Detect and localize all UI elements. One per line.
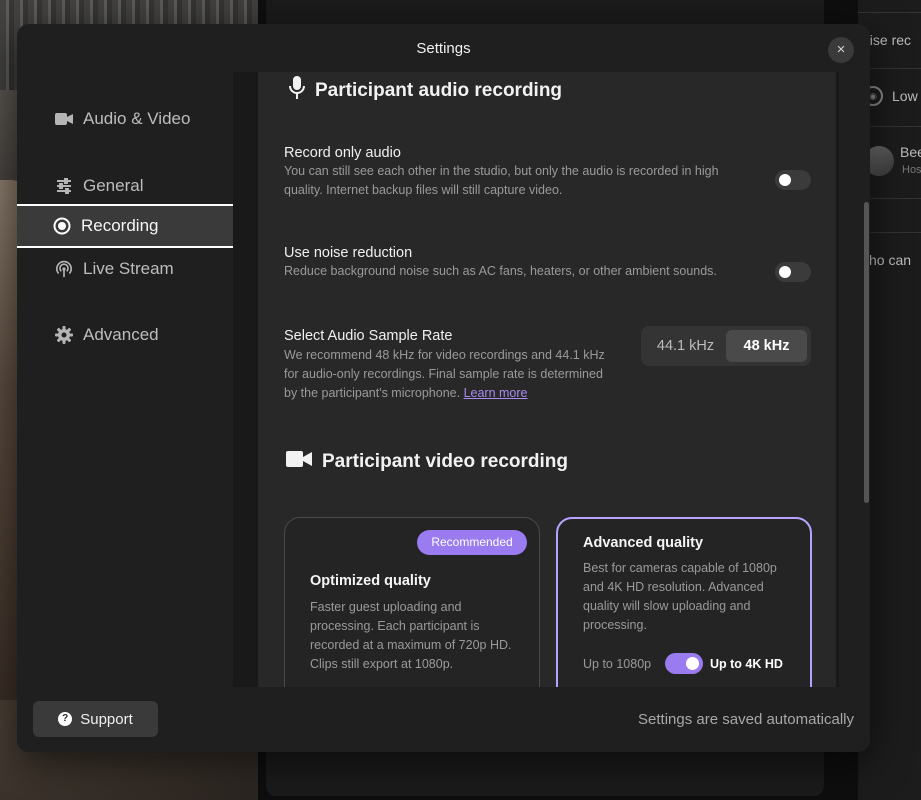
sidebar-item-label: Advanced <box>83 325 159 344</box>
settings-modal: Settings × Audio & Video General Recordi… <box>17 24 870 752</box>
advanced-quality-card[interactable]: Advanced quality Best for cameras capabl… <box>556 517 812 687</box>
noise-reduction-toggle[interactable] <box>775 262 811 282</box>
sidebar-item-audio-video[interactable]: Audio & Video <box>17 97 235 141</box>
record-icon <box>53 217 71 235</box>
gear-icon <box>55 326 73 344</box>
video-camera-icon <box>55 110 73 128</box>
audio-section-title: Participant audio recording <box>289 76 562 106</box>
card-description: Faster guest uploading and processing. E… <box>310 600 512 671</box>
recommended-badge: Recommended <box>417 530 527 555</box>
sidebar-item-label: Live Stream <box>83 259 174 278</box>
sample-rate-description: We recommend 48 kHz for video recordings… <box>284 346 619 403</box>
sample-rate-selector: 44.1 kHz 48 kHz <box>641 326 811 366</box>
sidebar-item-label: Recording <box>81 216 159 235</box>
sidebar-item-label: Audio & Video <box>83 109 191 128</box>
scrollbar[interactable] <box>864 202 869 503</box>
toggle-knob <box>779 174 791 186</box>
help-icon: ? <box>58 712 73 726</box>
microphone-icon <box>289 76 305 106</box>
broadcast-icon <box>55 260 73 278</box>
participant-role: Hos <box>902 164 921 176</box>
sidebar-item-recording[interactable]: Recording <box>17 204 235 248</box>
toggle-knob <box>779 266 791 278</box>
sample-rate-option-44-1[interactable]: 44.1 kHz <box>645 330 726 362</box>
section-title-text: Participant audio recording <box>315 80 563 101</box>
learn-more-link[interactable]: Learn more <box>464 386 528 400</box>
optimized-quality-card[interactable]: Recommended Optimized quality Faster gue… <box>284 517 540 687</box>
recording-settings-panel[interactable]: Participant audio recording Record only … <box>233 72 839 687</box>
divider <box>858 12 921 13</box>
close-icon: × <box>836 41 846 58</box>
settings-scroll-content: Participant audio recording Record only … <box>258 72 836 687</box>
section-title-text: Participant video recording <box>322 451 568 472</box>
sidebar-item-label: General <box>83 176 144 195</box>
card-description: Best for cameras capable of 1080p and 4K… <box>583 561 777 632</box>
card-title: Optimized quality <box>310 573 431 589</box>
close-button[interactable]: × <box>828 37 854 63</box>
sliders-icon <box>55 177 73 195</box>
support-label: Support <box>80 710 133 728</box>
quality-4k-label: Up to 4K HD <box>710 657 783 671</box>
sidebar-item-general[interactable]: General <box>17 164 235 208</box>
card-title: Advanced quality <box>583 535 704 551</box>
sidebar-item-live-stream[interactable]: Live Stream <box>17 247 235 291</box>
sidebar-item-advanced[interactable]: Advanced <box>17 313 235 357</box>
autosave-status: Settings are saved automatically <box>638 711 854 728</box>
record-only-audio-description: You can still see each other in the stud… <box>284 164 719 197</box>
participant-name: Bee <box>900 144 921 160</box>
toggle-knob <box>686 657 699 670</box>
sample-rate-title: Select Audio Sample Rate <box>284 328 453 344</box>
sample-rate-option-48[interactable]: 48 kHz <box>726 330 807 362</box>
record-only-audio-toggle[interactable] <box>775 170 811 190</box>
video-section-title: Participant video recording <box>286 450 568 474</box>
right-panel-text: Low <box>892 88 918 104</box>
support-button[interactable]: ? Support <box>33 701 158 737</box>
modal-title: Settings <box>416 40 471 57</box>
record-only-audio-title: Record only audio <box>284 145 401 161</box>
quality-1080p-label: Up to 1080p <box>583 657 652 671</box>
video-camera-icon <box>286 450 312 474</box>
noise-reduction-title: Use noise reduction <box>284 245 413 261</box>
sample-rate-description-text: We recommend 48 kHz for video recordings… <box>284 348 605 400</box>
quality-4k-toggle[interactable] <box>665 653 703 674</box>
noise-reduction-description: Reduce background noise such as AC fans,… <box>284 264 717 278</box>
